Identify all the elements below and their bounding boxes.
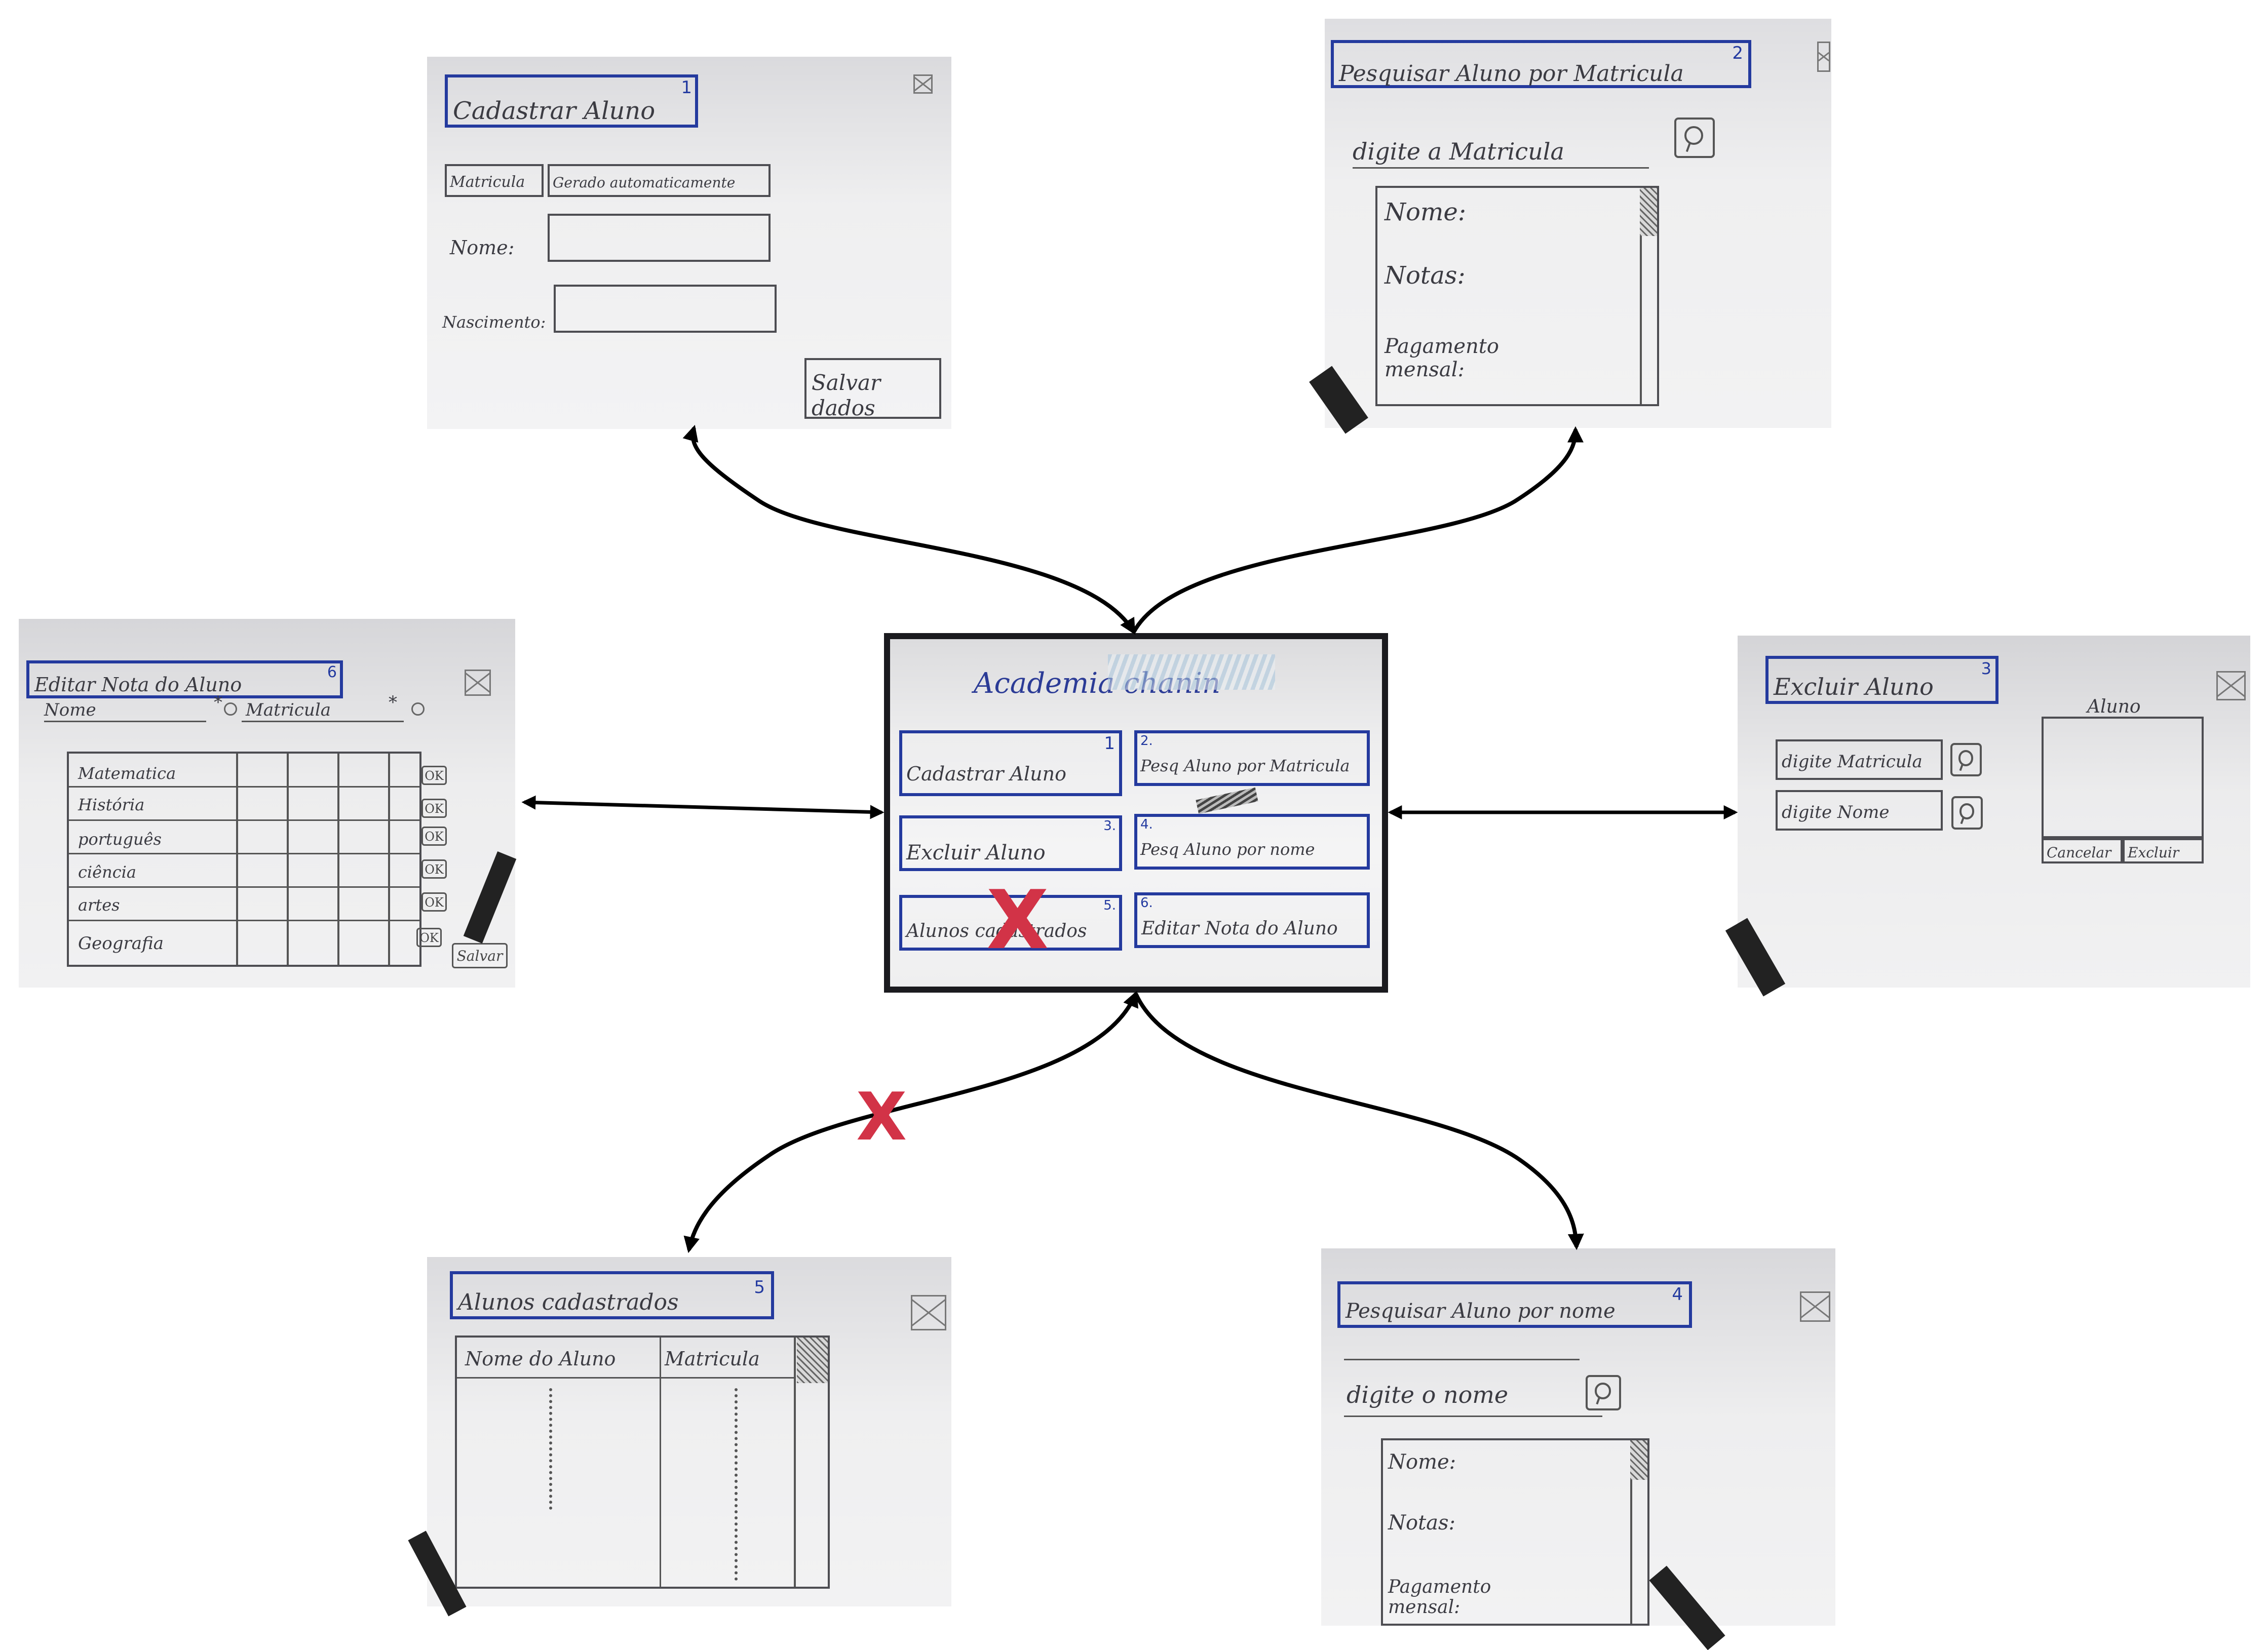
arrow-center-to-screen6 bbox=[521, 795, 885, 819]
arrow-center-to-screen2 bbox=[1132, 426, 1584, 633]
arrow-center-to-screen4 bbox=[1134, 993, 1584, 1250]
arrow-center-to-screen5 bbox=[683, 991, 1138, 1253]
flow-arrows bbox=[521, 424, 1738, 1253]
flow-x-mark: X bbox=[856, 1078, 907, 1155]
arrow-center-to-screen1 bbox=[682, 424, 1136, 635]
